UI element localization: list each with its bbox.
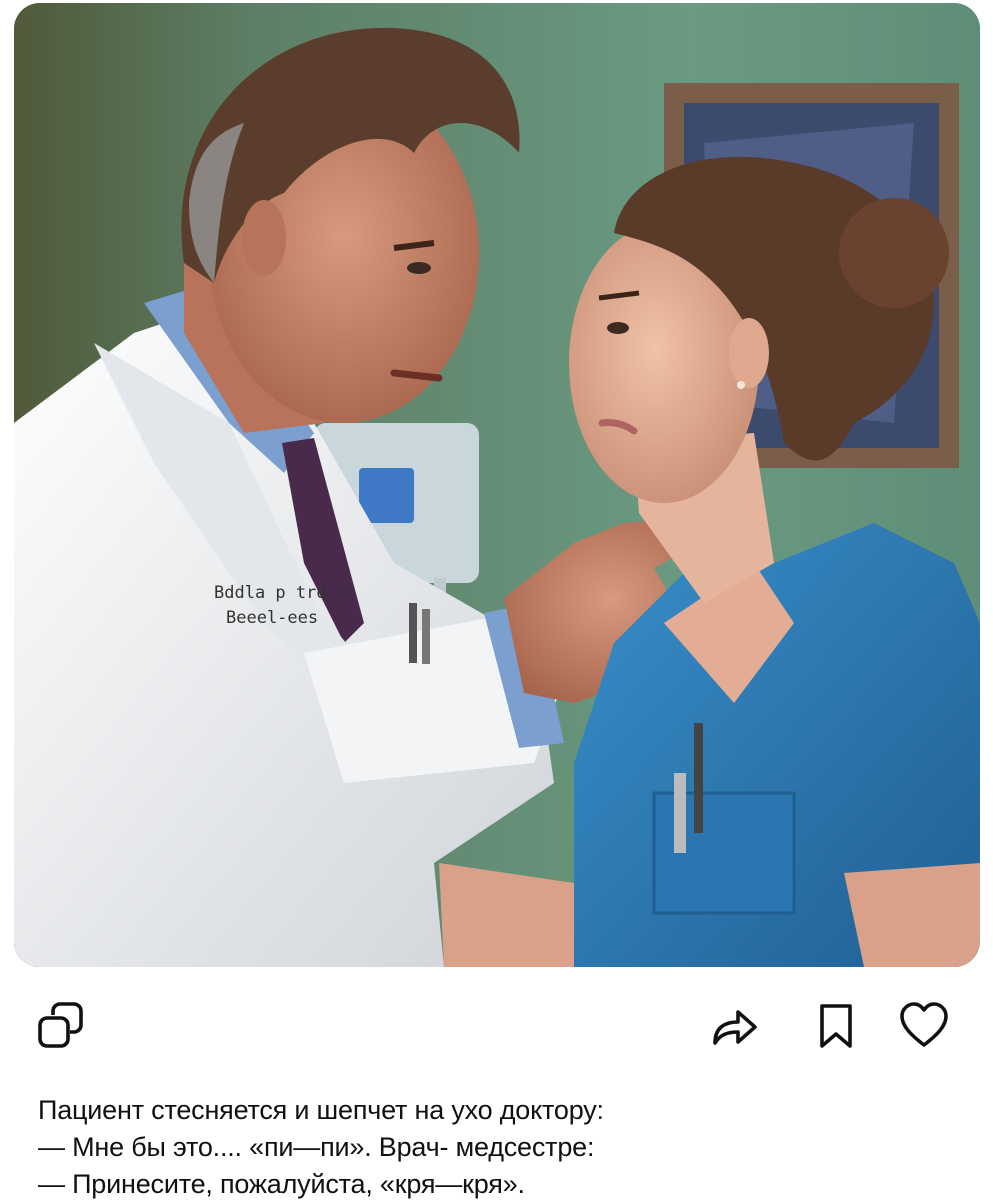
copy-button[interactable]	[33, 998, 89, 1054]
share-icon	[713, 1010, 757, 1045]
coat-embroidery-line1: Bddla p trd.l.	[214, 583, 357, 603]
like-button[interactable]	[896, 998, 952, 1054]
bookmark-button[interactable]	[808, 998, 864, 1054]
caption-line: — Принесите, пожалуйста, «кря—кря».	[38, 1169, 525, 1199]
photo-illustration: Bddla p trd.l. Beeel-ees	[14, 3, 980, 967]
heart-icon	[900, 1002, 948, 1047]
coat-embroidery-line2: Beeel-ees	[226, 608, 318, 628]
share-button[interactable]	[706, 998, 762, 1054]
caption-line: Пациент стесняется и шепчет на ухо докто…	[38, 1095, 604, 1125]
bookmark-icon	[820, 1004, 852, 1048]
post-image[interactable]: Bddla p trd.l. Beeel-ees	[14, 3, 980, 967]
copy-icon	[38, 1002, 83, 1048]
post-caption: Пациент стесняется и шепчет на ухо докто…	[38, 1092, 938, 1200]
caption-line: — Мне бы это.... «пи—пи». Врач- медсестр…	[38, 1132, 595, 1162]
post-actions-bar	[0, 990, 993, 1060]
